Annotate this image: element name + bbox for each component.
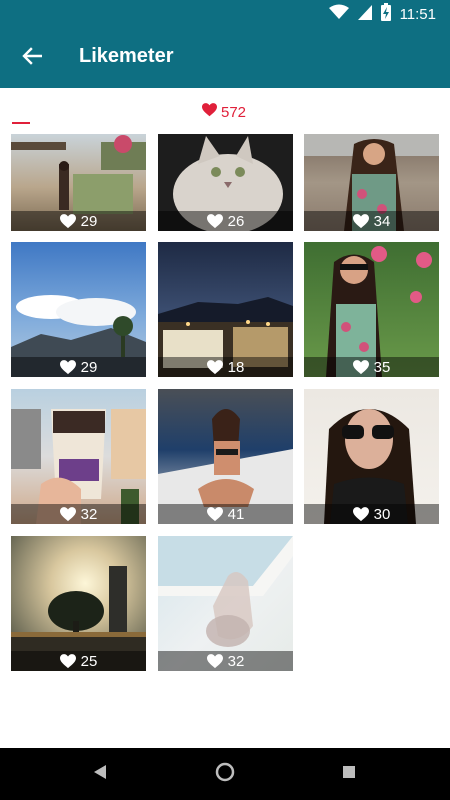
photo-tile[interactable]: 29: [11, 134, 146, 231]
photo-tile[interactable]: 26: [158, 134, 293, 231]
app-bar: Likemeter: [0, 28, 450, 88]
status-icons: 11:51: [328, 2, 436, 26]
likes-summary: 572: [0, 100, 450, 126]
page-title: Likemeter: [79, 45, 174, 67]
heart-icon: [202, 103, 217, 121]
nav-back-button[interactable]: [87, 761, 113, 787]
photo-tile[interactable]: 30: [304, 389, 439, 524]
photo-like-bar: 30: [304, 504, 439, 524]
photo-like-bar: 35: [304, 357, 439, 377]
photo-like-bar: 29: [11, 357, 146, 377]
heart-outline-icon: [59, 213, 76, 229]
photo-like-bar: 32: [11, 504, 146, 524]
heart-outline-icon: [206, 506, 223, 522]
photo-like-count: 26: [227, 212, 245, 230]
heart-outline-icon: [352, 506, 369, 522]
photo-like-count: 41: [227, 505, 245, 523]
photo-like-bar: 25: [11, 651, 146, 671]
photo-tile[interactable]: 18: [158, 242, 293, 377]
photo-like-bar: 18: [158, 357, 293, 377]
photo-like-bar: 29: [11, 211, 146, 231]
wifi-icon: [328, 4, 349, 25]
system-nav-bar: [0, 748, 450, 800]
back-triangle-icon: [92, 764, 108, 785]
recents-square-icon: [341, 764, 357, 785]
cell-signal-icon: [357, 4, 372, 25]
photo-tile[interactable]: 25: [11, 536, 146, 671]
nav-home-button[interactable]: [212, 761, 238, 787]
home-circle-icon: [214, 761, 236, 788]
photo-like-count: 32: [227, 652, 245, 670]
total-likes: 572: [202, 103, 246, 121]
heart-outline-icon: [352, 213, 369, 229]
photo-like-count: 35: [373, 358, 391, 376]
heart-outline-icon: [206, 213, 223, 229]
heart-outline-icon: [206, 653, 223, 669]
arrow-left-icon: [22, 46, 43, 70]
heart-outline-icon: [59, 359, 76, 375]
status-bar: 11:51: [0, 0, 450, 28]
battery-charging-icon: [380, 2, 391, 26]
back-button[interactable]: [14, 40, 50, 76]
photo-tile[interactable]: 32: [11, 389, 146, 524]
heart-outline-icon: [59, 653, 76, 669]
photo-like-count: 25: [80, 652, 98, 670]
heart-outline-icon: [206, 359, 223, 375]
total-likes-count: 572: [221, 103, 247, 121]
status-time: 11:51: [399, 5, 436, 23]
photo-like-bar: 32: [158, 651, 293, 671]
photo-tile[interactable]: 32: [158, 536, 293, 671]
photo-like-bar: 41: [158, 504, 293, 524]
photo-tile[interactable]: 35: [304, 242, 439, 377]
photo-like-count: 32: [80, 505, 98, 523]
nav-recents-button[interactable]: [336, 761, 362, 787]
heart-outline-icon: [59, 506, 76, 522]
photo-like-count: 34: [373, 212, 391, 230]
photo-like-count: 29: [80, 358, 98, 376]
photo-tile[interactable]: 41: [158, 389, 293, 524]
heart-outline-icon: [352, 359, 369, 375]
photo-like-bar: 26: [158, 211, 293, 231]
photo-tile[interactable]: 34: [304, 134, 439, 231]
photo-like-bar: 34: [304, 211, 439, 231]
photo-like-count: 18: [227, 358, 245, 376]
photo-tile[interactable]: 29: [11, 242, 146, 377]
photo-like-count: 29: [80, 212, 98, 230]
tab-indicator: [12, 122, 30, 124]
photo-like-count: 30: [373, 505, 391, 523]
